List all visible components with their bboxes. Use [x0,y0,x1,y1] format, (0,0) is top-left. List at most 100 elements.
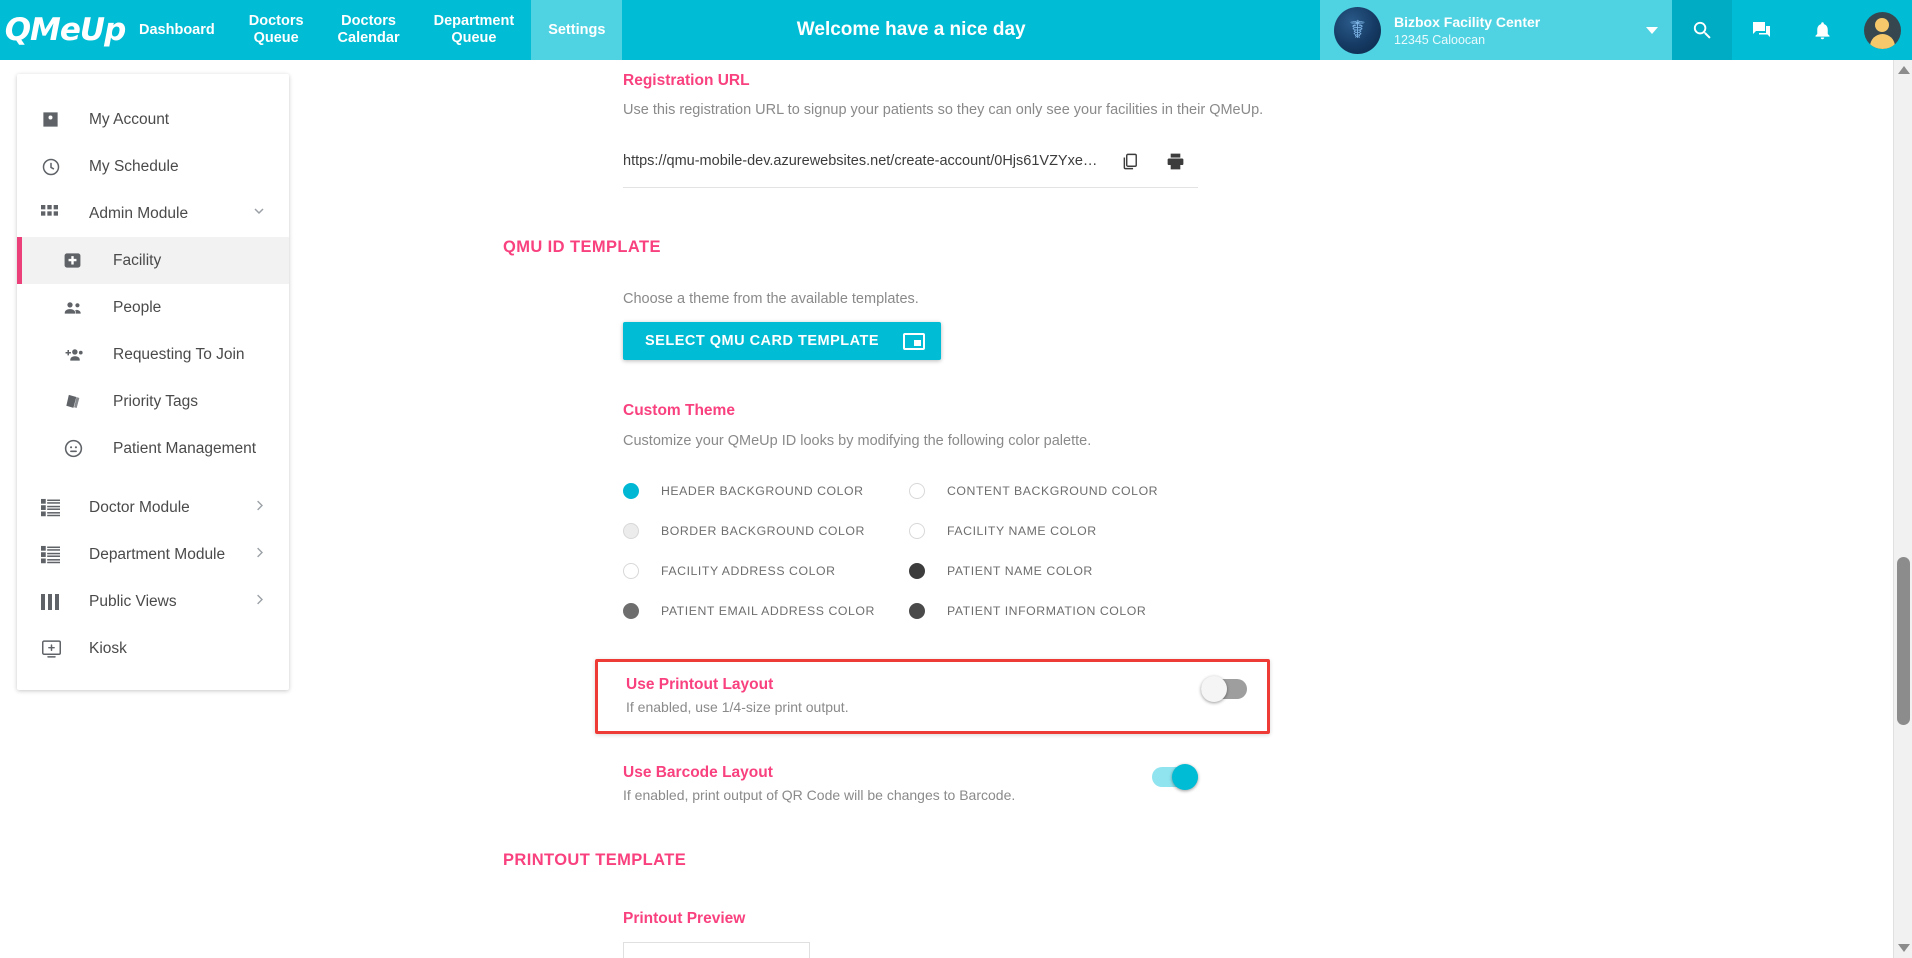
sidebar-item-my-account[interactable]: My Account [17,96,289,143]
clock-icon [41,157,71,177]
app-logo[interactable]: QMeUp [0,0,122,60]
sidebar-item-my-schedule[interactable]: My Schedule [17,143,289,190]
nav-item-dashboard[interactable]: Dashboard [122,0,232,60]
custom-theme-description: Customize your QMeUp ID looks by modifyi… [623,433,1912,449]
registration-url-title: Registration URL [623,72,1912,90]
swatch-label: BORDER BACKGROUND COLOR [661,524,865,538]
swatch-patient-name-color[interactable]: PATIENT NAME COLOR [909,551,1195,591]
logo-text: QMeUp [5,12,126,48]
tag-icon [63,392,93,412]
sidebar-item-facility[interactable]: Facility [17,237,289,284]
qmu-id-template-description: Choose a theme from the available templa… [623,291,1912,307]
chevron-down-icon[interactable] [251,203,267,224]
color-dot [909,523,925,539]
scroll-down-arrow-icon[interactable] [1898,944,1910,952]
person-badge-icon [41,110,71,129]
facility-subtitle: 12345 Caloocan [1394,33,1633,47]
printout-template-section: PRINTOUT TEMPLATE Printout Preview Bizbo… [503,851,1912,958]
swatch-border-background-color[interactable]: BORDER BACKGROUND COLOR [623,511,909,551]
printout-preview-card[interactable]: Bizbox Facility Center [623,942,810,958]
sidebar-item-people[interactable]: People [17,284,289,331]
color-dot [909,603,925,619]
chevron-right-icon[interactable] [252,592,267,612]
kiosk-plus-icon [41,639,71,659]
select-qmu-card-template-button[interactable]: SELECT QMU CARD TEMPLATE [623,322,941,360]
sidebar-item-label: Kiosk [89,640,127,658]
person-add-icon [63,344,93,365]
nav-item-department-queue[interactable]: Department Queue [417,0,532,60]
sidebar-item-label: Requesting To Join [113,346,245,364]
nav-item-doctors-calendar[interactable]: Doctors Calendar [321,0,417,60]
swatch-label: PATIENT NAME COLOR [947,564,1093,578]
swatch-facility-address-color[interactable]: FACILITY ADDRESS COLOR [623,551,909,591]
swatch-content-background-color[interactable]: CONTENT BACKGROUND COLOR [909,471,1195,511]
copy-icon[interactable] [1106,144,1152,178]
sidebar-item-label: My Schedule [89,158,179,176]
list-icon [41,545,71,564]
sidebar-item-label: Admin Module [89,205,188,223]
scroll-thumb[interactable] [1897,557,1910,725]
avatar-head [1875,18,1889,32]
sidebar-item-admin-module[interactable]: Admin Module [17,190,289,237]
sidebar-item-label: Patient Management [113,440,256,458]
patient-face-icon [63,438,93,459]
sidebar-item-public-views[interactable]: Public Views [17,578,289,625]
caduceus-icon: ☤ [1334,7,1381,54]
sidebar-item-kiosk[interactable]: Kiosk [17,625,289,672]
nav-item-settings[interactable]: Settings [531,0,622,60]
swatch-label: FACILITY ADDRESS COLOR [661,564,836,578]
avatar-body [1870,34,1895,49]
chat-icon[interactable] [1732,0,1792,60]
sidebar-item-department-module[interactable]: Department Module [17,531,289,578]
registration-url-section: Registration URL Use this registration U… [623,60,1912,188]
use-printout-layout-toggle[interactable] [1201,679,1247,699]
color-palette-grid: HEADER BACKGROUND COLOR CONTENT BACKGROU… [623,471,1195,631]
printout-template-title: PRINTOUT TEMPLATE [503,851,1912,870]
sidebar-item-label: Public Views [89,593,177,611]
chevron-down-icon[interactable] [1646,27,1658,34]
use-barcode-layout-toggle[interactable] [1152,767,1198,787]
search-icon[interactable] [1672,0,1732,60]
scroll-up-arrow-icon[interactable] [1898,66,1910,74]
hospital-plus-icon [63,251,93,270]
sidebar-item-requesting-to-join[interactable]: Requesting To Join [17,331,289,378]
main-content: Registration URL Use this registration U… [289,60,1912,958]
sidebar-item-patient-management[interactable]: Patient Management [17,425,289,472]
chevron-right-icon[interactable] [252,498,267,518]
avatar[interactable] [1852,0,1912,60]
swatch-header-background-color[interactable]: HEADER BACKGROUND COLOR [623,471,909,511]
custom-theme-title: Custom Theme [623,402,1912,420]
toggle-knob [1172,764,1198,790]
sidebar-item-doctor-module[interactable]: Doctor Module [17,484,289,531]
swatch-facility-name-color[interactable]: FACILITY NAME COLOR [909,511,1195,551]
sidebar-item-label: Facility [113,252,161,270]
use-printout-layout-title: Use Printout Layout [626,676,849,694]
chevron-right-icon[interactable] [252,545,267,565]
list-icon [41,498,71,517]
color-dot [623,603,639,619]
use-barcode-layout-description: If enabled, print output of QR Code will… [623,787,1015,803]
sidebar-item-label: Department Module [89,546,225,564]
swatch-patient-information-color[interactable]: PATIENT INFORMATION COLOR [909,591,1195,631]
registration-url-description: Use this registration URL to signup your… [623,102,1912,118]
top-header: QMeUp Dashboard Doctors Queue Doctors Ca… [0,0,1912,60]
facility-selector[interactable]: ☤ Bizbox Facility Center 12345 Caloocan [1320,0,1672,60]
printout-layout-toggle-row: Use Printout Layout If enabled, use 1/4-… [623,659,1912,734]
toggle-knob [1201,676,1227,702]
use-printout-layout-description: If enabled, use 1/4-size print output. [626,699,849,715]
sidebar-item-label: Doctor Module [89,499,190,517]
color-dot [909,483,925,499]
print-icon[interactable] [1152,144,1198,178]
sidebar-item-label: My Account [89,111,169,129]
swatch-label: HEADER BACKGROUND COLOR [661,484,864,498]
registration-url-value[interactable]: https://qmu-mobile-dev.azurewebsites.net… [623,153,1106,169]
swatch-patient-email-address-color[interactable]: PATIENT EMAIL ADDRESS COLOR [623,591,909,631]
vertical-scrollbar[interactable] [1893,60,1912,958]
columns-icon [41,593,71,611]
nav-item-doctors-queue[interactable]: Doctors Queue [232,0,321,60]
bell-icon[interactable] [1792,0,1852,60]
card-template-icon [903,333,925,350]
sidebar-item-priority-tags[interactable]: Priority Tags [17,378,289,425]
swatch-label: FACILITY NAME COLOR [947,524,1097,538]
grid-apps-icon [41,205,71,222]
